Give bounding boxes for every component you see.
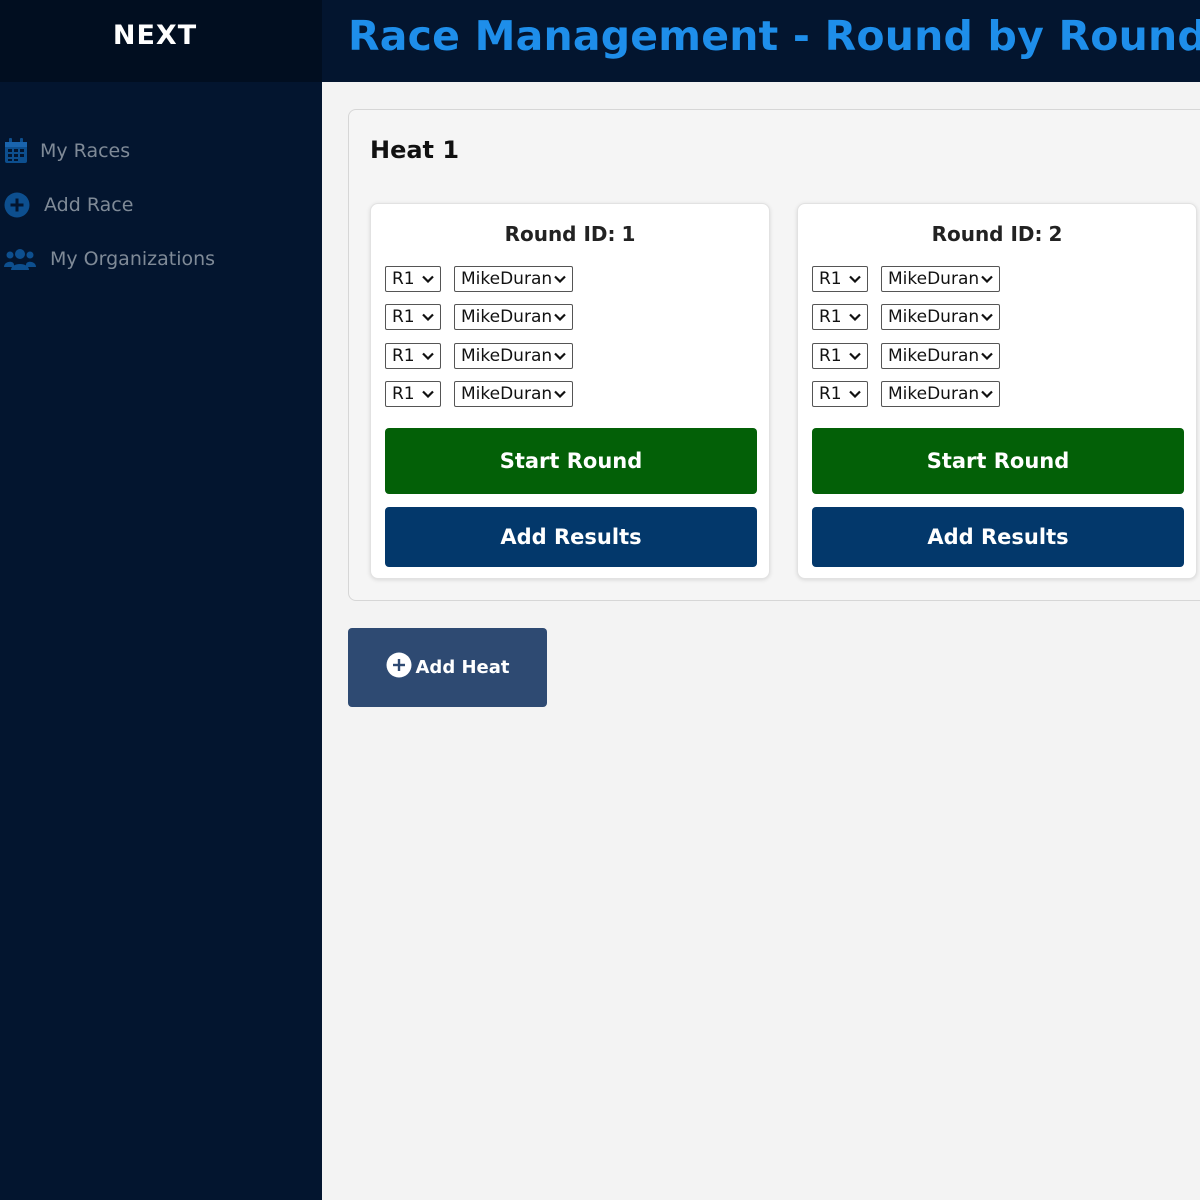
round-title: Round ID: 2 [798, 222, 1196, 246]
lane-select[interactable]: R1 [812, 266, 868, 293]
lane-select-value: R1 [819, 307, 842, 328]
sidebar: NEXT My Races Add Race My Organizations [0, 0, 322, 1200]
lane-select-value: R1 [392, 269, 415, 290]
round-id-value: 1 [621, 222, 636, 246]
sidebar-item-my-races[interactable]: My Races [0, 124, 322, 178]
round-row: R1 MikeDuran [385, 260, 573, 298]
top-bar: Race Management - Round by Round [322, 0, 1200, 82]
add-results-button[interactable]: Add Results [385, 507, 757, 567]
chevron-down-icon [554, 350, 566, 362]
racer-select-value: MikeDuran [888, 345, 980, 366]
round-row: R1 MikeDuran [385, 337, 573, 375]
lane-select-value: R1 [392, 345, 415, 366]
lane-select-value: R1 [819, 345, 842, 366]
app-logo[interactable]: NEXT [113, 20, 197, 51]
racer-select[interactable]: MikeDuran [454, 266, 573, 293]
chevron-down-icon [849, 311, 861, 323]
chevron-down-icon [981, 388, 993, 400]
add-results-button[interactable]: Add Results [812, 507, 1184, 567]
chevron-down-icon [422, 350, 434, 362]
round-card: Round ID: 2 R1 MikeDuran R1 MikeDuran R1 … [797, 203, 1197, 579]
racer-select-value: MikeDuran [888, 307, 980, 328]
sidebar-item-label: Add Race [44, 194, 134, 216]
heat-panel: Heat 1 Round ID: 1 R1 MikeDuran R1 MikeDu… [348, 109, 1200, 601]
add-heat-button[interactable]: Add Heat [348, 628, 547, 707]
lane-select[interactable]: R1 [812, 342, 868, 369]
chevron-down-icon [554, 273, 566, 285]
round-id-label: Round ID: [504, 222, 616, 246]
chevron-down-icon [981, 350, 993, 362]
lane-select[interactable]: R1 [385, 342, 441, 369]
racer-select-value: MikeDuran [461, 345, 553, 366]
round-row: R1 MikeDuran [812, 375, 1000, 413]
chevron-down-icon [422, 273, 434, 285]
plus-circle-icon [4, 192, 44, 218]
racer-select[interactable]: MikeDuran [881, 304, 1000, 331]
round-card: Round ID: 1 R1 MikeDuran R1 MikeDuran R1 … [370, 203, 770, 579]
calendar-icon [4, 138, 40, 164]
racer-select[interactable]: MikeDuran [454, 342, 573, 369]
round-row: R1 MikeDuran [812, 298, 1000, 336]
racer-select[interactable]: MikeDuran [454, 381, 573, 408]
chevron-down-icon [981, 311, 993, 323]
racer-select-value: MikeDuran [461, 269, 553, 290]
plus-circle-icon [386, 652, 412, 678]
chevron-down-icon [849, 350, 861, 362]
racer-select[interactable]: MikeDuran [881, 266, 1000, 293]
chevron-down-icon [849, 273, 861, 285]
racer-select-value: MikeDuran [461, 384, 553, 405]
logo-area: NEXT [0, 0, 322, 82]
racer-select[interactable]: MikeDuran [454, 304, 573, 331]
round-id-value: 2 [1048, 222, 1063, 246]
racer-select-value: MikeDuran [461, 307, 553, 328]
round-id-label: Round ID: [931, 222, 1043, 246]
lane-select[interactable]: R1 [385, 266, 441, 293]
lane-select[interactable]: R1 [812, 381, 868, 408]
lane-select[interactable]: R1 [385, 304, 441, 331]
chevron-down-icon [554, 388, 566, 400]
round-row: R1 MikeDuran [385, 375, 573, 413]
page-title: Race Management - Round by Round [348, 12, 1200, 60]
lane-select-value: R1 [392, 384, 415, 405]
round-row: R1 MikeDuran [812, 260, 1000, 298]
lane-select-value: R1 [392, 307, 415, 328]
lane-select-value: R1 [819, 269, 842, 290]
round-row: R1 MikeDuran [812, 337, 1000, 375]
sidebar-item-add-race[interactable]: Add Race [0, 178, 322, 232]
users-icon [4, 247, 50, 271]
lane-select[interactable]: R1 [385, 381, 441, 408]
racer-select-value: MikeDuran [888, 384, 980, 405]
sidebar-item-label: My Races [40, 140, 131, 162]
chevron-down-icon [554, 311, 566, 323]
chevron-down-icon [849, 388, 861, 400]
chevron-down-icon [981, 273, 993, 285]
heat-title: Heat 1 [370, 136, 460, 164]
racer-select[interactable]: MikeDuran [881, 381, 1000, 408]
add-heat-label: Add Heat [415, 657, 510, 678]
start-round-button[interactable]: Start Round [812, 428, 1184, 494]
lane-select[interactable]: R1 [812, 304, 868, 331]
sidebar-item-label: My Organizations [50, 248, 216, 270]
racer-select-value: MikeDuran [888, 269, 980, 290]
round-row: R1 MikeDuran [385, 298, 573, 336]
lane-select-value: R1 [819, 384, 842, 405]
start-round-button[interactable]: Start Round [385, 428, 757, 494]
round-title: Round ID: 1 [371, 222, 769, 246]
round-rows: R1 MikeDuran R1 MikeDuran R1 MikeDuran R… [385, 260, 573, 413]
sidebar-item-my-organizations[interactable]: My Organizations [0, 232, 322, 286]
chevron-down-icon [422, 311, 434, 323]
racer-select[interactable]: MikeDuran [881, 342, 1000, 369]
round-rows: R1 MikeDuran R1 MikeDuran R1 MikeDuran R… [812, 260, 1000, 413]
chevron-down-icon [422, 388, 434, 400]
sidebar-nav: My Races Add Race My Organizations [0, 82, 322, 286]
